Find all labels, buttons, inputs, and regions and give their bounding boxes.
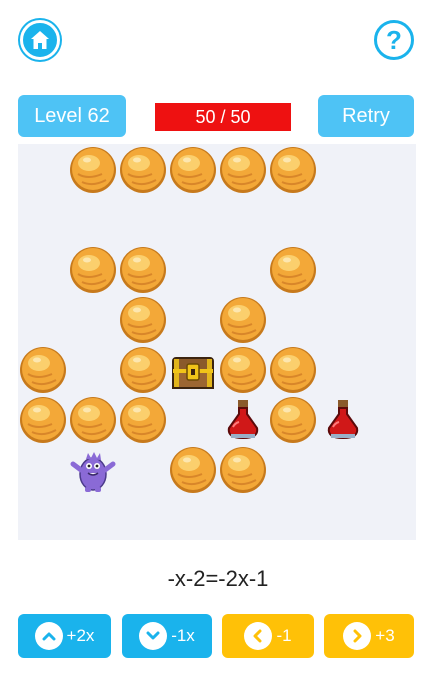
chevron-right-icon: [343, 622, 372, 650]
home-icon: [31, 31, 49, 49]
rock-icon: [270, 147, 316, 193]
rock-icon: [20, 397, 66, 443]
rock-tile: [68, 144, 118, 194]
rock-icon: [120, 147, 166, 193]
chevron-up-icon: [34, 622, 63, 650]
rock-icon: [70, 147, 116, 193]
rock-tile: [118, 144, 168, 194]
game-screen: ? Level 62 50 / 50 Retry -x-2=-2x-1 +2x …: [0, 0, 436, 674]
rock-tile: [218, 444, 268, 494]
rock-icon: [70, 247, 116, 293]
move-down-button[interactable]: -1x: [122, 614, 212, 658]
help-icon: ?: [386, 25, 402, 55]
rock-tile: [118, 344, 168, 394]
help-button[interactable]: ?: [374, 20, 414, 60]
rock-icon: [270, 397, 316, 443]
rock-icon: [20, 347, 66, 393]
rock-tile: [68, 244, 118, 294]
rock-tile: [268, 244, 318, 294]
chevron-left-icon: [244, 622, 273, 650]
potion-tile: [218, 394, 268, 444]
rock-tile: [118, 244, 168, 294]
rock-tile: [268, 344, 318, 394]
rock-tile: [68, 394, 118, 444]
rock-icon: [120, 347, 166, 393]
rock-icon: [120, 297, 166, 343]
rock-icon: [120, 247, 166, 293]
rock-tile: [218, 294, 268, 344]
home-button[interactable]: [20, 20, 60, 60]
rock-icon: [120, 397, 166, 443]
level-button[interactable]: Level 62: [18, 95, 126, 137]
treasure-chest-icon: [172, 357, 214, 389]
move-up-button[interactable]: +2x: [18, 614, 111, 658]
rock-icon: [170, 447, 216, 493]
move-right-label: +3: [375, 626, 395, 645]
potion-tile: [318, 394, 368, 444]
rock-icon: [270, 247, 316, 293]
rock-tile: [118, 294, 168, 344]
rock-icon: [170, 147, 216, 193]
move-left-label: -1: [276, 626, 292, 645]
rock-tile: [218, 144, 268, 194]
potion-icon: [227, 400, 259, 440]
treasure-chest-tile: [168, 344, 218, 394]
moves-progress: 50 / 50: [155, 103, 291, 131]
rock-tile: [168, 144, 218, 194]
rock-tile: [118, 394, 168, 444]
move-down-label: -1x: [171, 626, 195, 645]
move-right-button[interactable]: +3: [324, 614, 414, 658]
rock-icon: [70, 397, 116, 443]
rock-tile: [18, 344, 68, 394]
rock-icon: [220, 347, 266, 393]
rock-tile: [18, 394, 68, 444]
rock-tile: [268, 144, 318, 194]
monster-tile: [68, 444, 118, 494]
equation-text: -x-2=-2x-1: [167, 566, 269, 591]
rock-icon: [220, 297, 266, 343]
rock-icon: [270, 347, 316, 393]
game-board[interactable]: [18, 144, 416, 540]
retry-button[interactable]: Retry: [318, 95, 414, 137]
move-left-button[interactable]: -1: [222, 614, 314, 658]
move-up-label: +2x: [66, 626, 95, 645]
rock-icon: [220, 447, 266, 493]
rock-tile: [168, 444, 218, 494]
potion-icon: [327, 400, 359, 440]
rock-tile: [218, 344, 268, 394]
monster-icon: [70, 452, 116, 492]
chevron-down-icon: [139, 622, 168, 650]
rock-tile: [268, 394, 318, 444]
rock-icon: [220, 147, 266, 193]
